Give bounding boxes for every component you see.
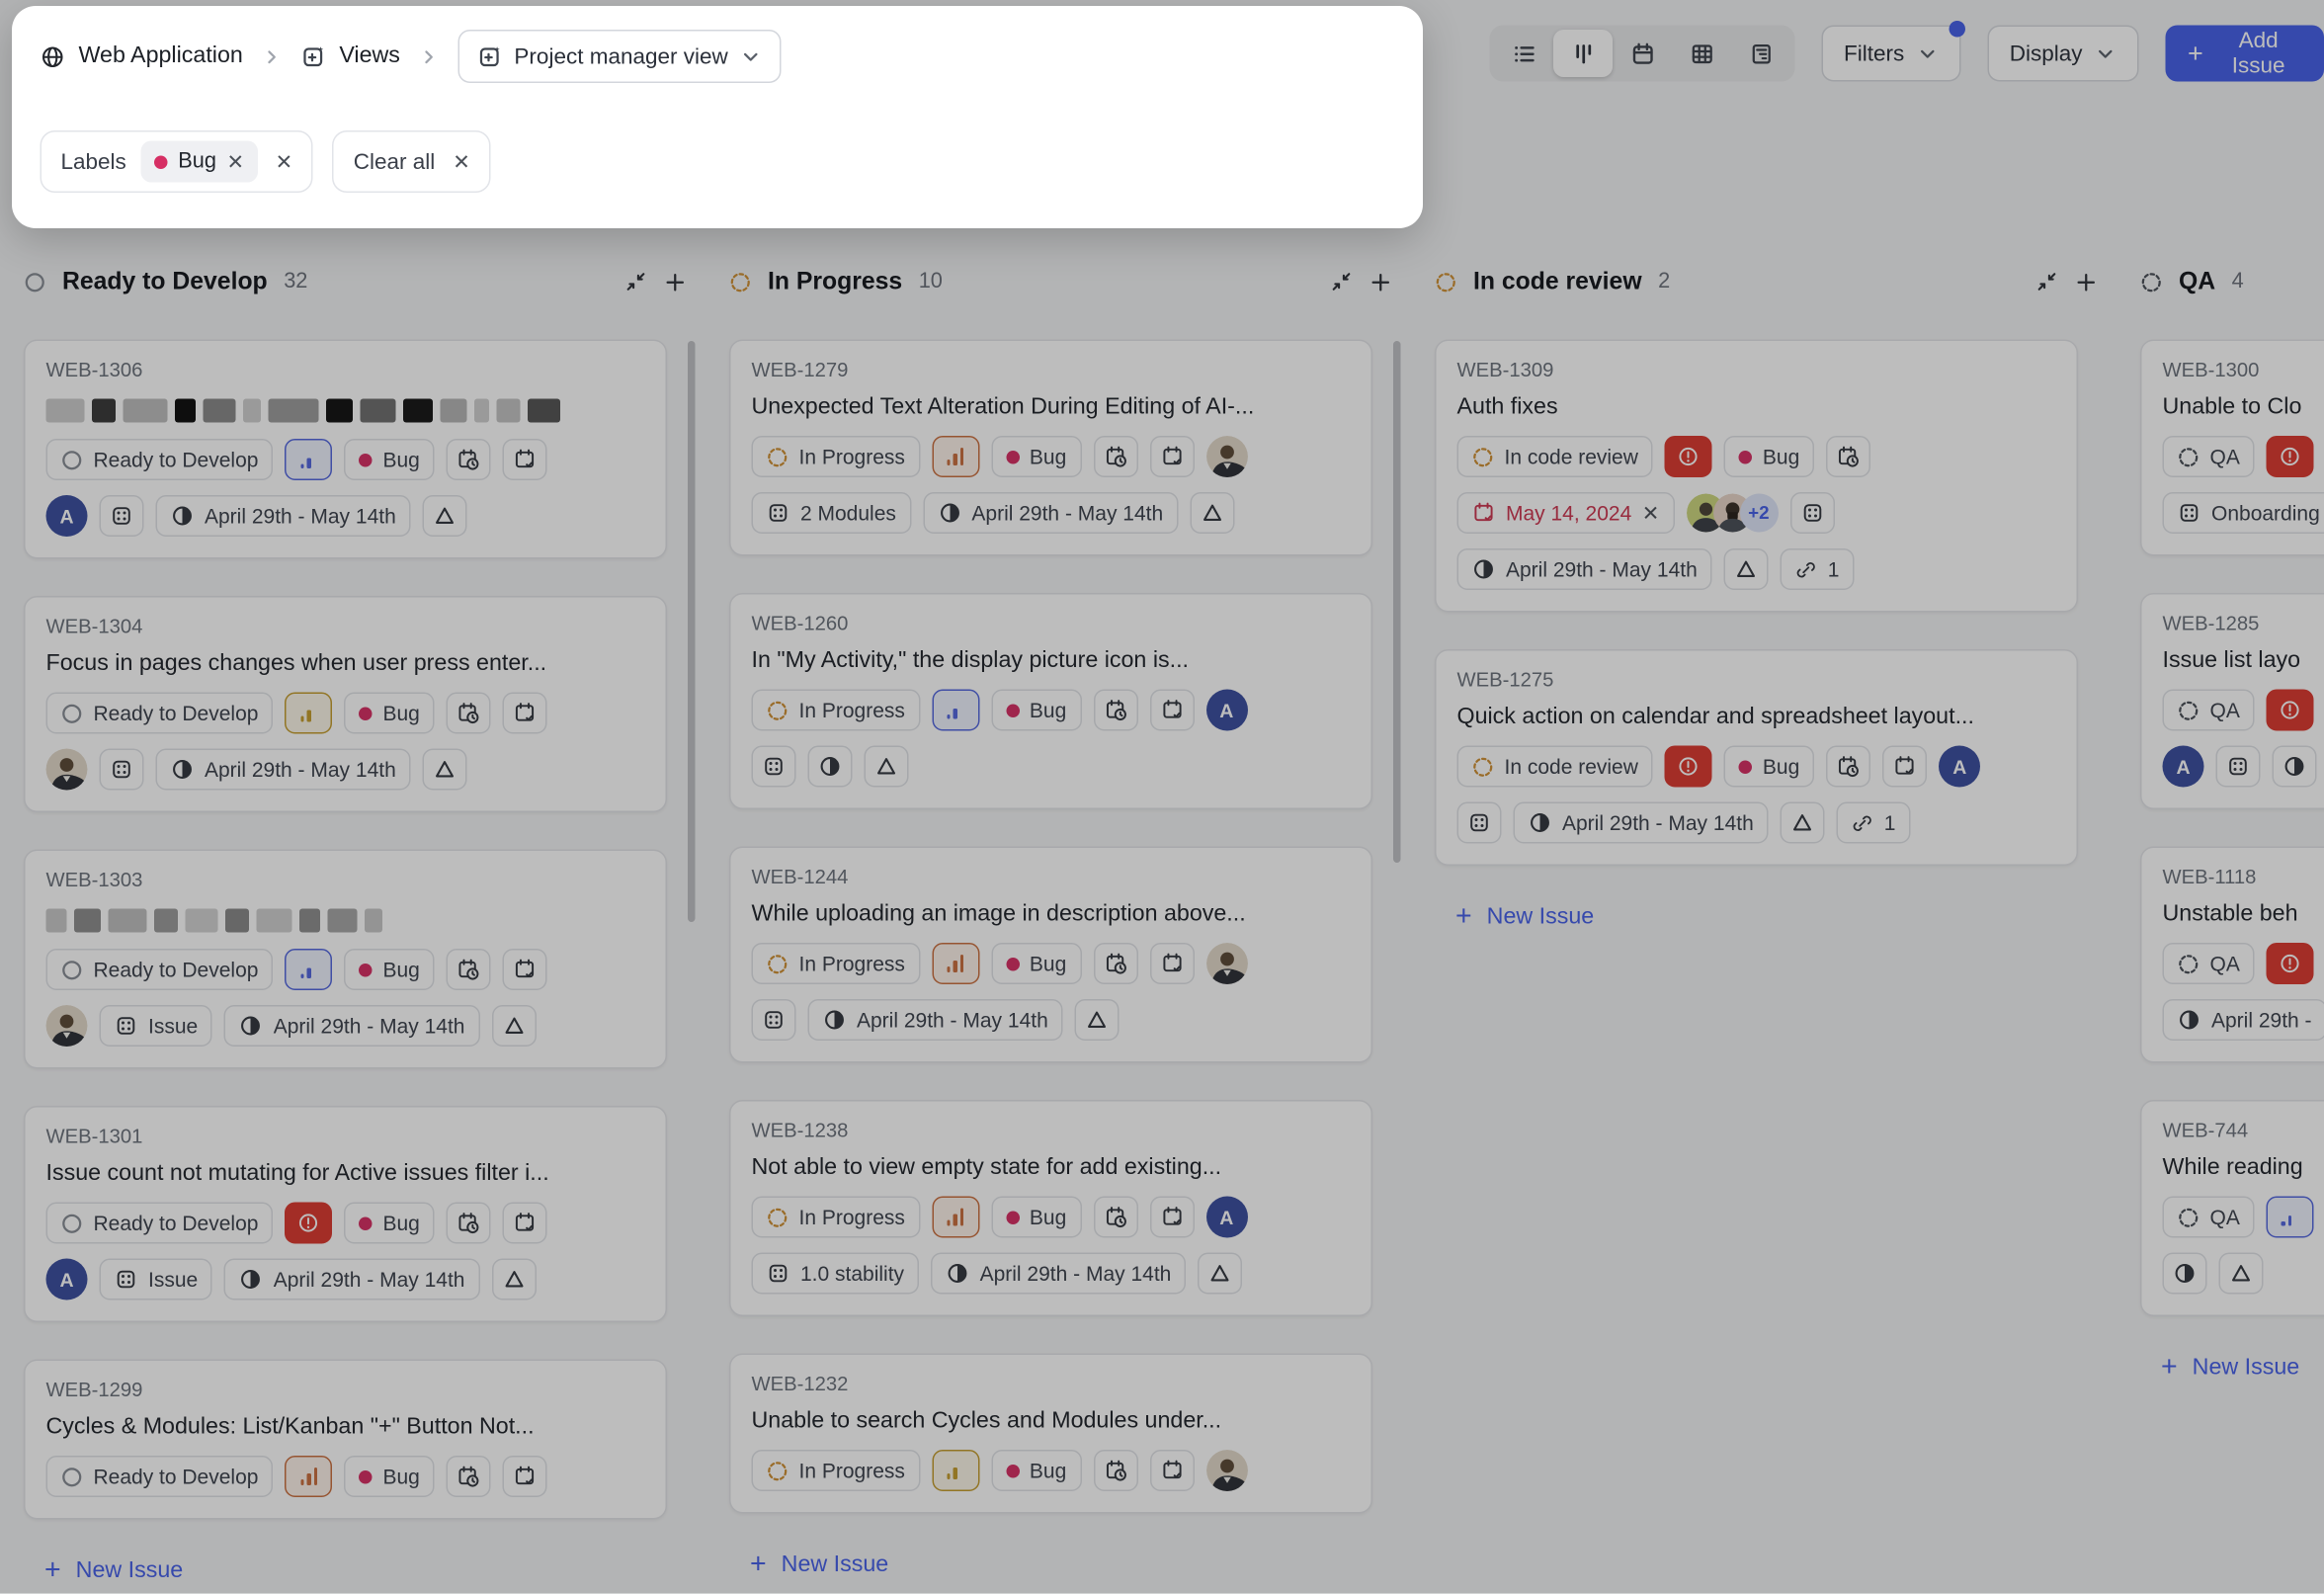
globe-icon [41, 43, 66, 69]
labels-filter-pill: Labels Bug ✕ ✕ [41, 130, 314, 193]
breadcrumb-project[interactable]: Web Application [41, 43, 243, 70]
clear-all-filters-button[interactable]: Clear all ✕ [333, 130, 491, 193]
labels-filter-title: Labels [61, 149, 126, 175]
chevron-right-icon [261, 45, 284, 68]
clear-all-icon: ✕ [453, 151, 470, 172]
project-name: Web Application [79, 43, 243, 70]
views-icon [477, 43, 503, 69]
breadcrumb-views[interactable]: Views [300, 43, 400, 70]
spotlight-panel: Web Application Views Project manager vi… [12, 6, 1423, 228]
bug-label-text: Bug [178, 150, 216, 174]
chevron-down-icon [740, 45, 763, 68]
clear-all-label: Clear all [354, 149, 436, 175]
spotlight-overlay [0, 0, 2324, 1594]
bug-label-chip[interactable]: Bug ✕ [141, 141, 258, 183]
chevron-right-icon [418, 45, 441, 68]
breadcrumb: Web Application Views Project manager vi… [12, 6, 1423, 98]
remove-labels-filter-icon[interactable]: ✕ [276, 151, 293, 172]
current-view-label: Project manager view [514, 43, 727, 69]
view-selector-button[interactable]: Project manager view [457, 30, 781, 83]
views-label: Views [339, 43, 400, 70]
applied-filters-row: Labels Bug ✕ ✕ Clear all ✕ [12, 98, 1423, 193]
remove-bug-label-icon[interactable]: ✕ [227, 151, 245, 172]
bug-label-dot [154, 155, 168, 169]
app-window: Ready to Develop32WEB-1306Ready to Devel… [0, 0, 2324, 1594]
views-icon [300, 43, 326, 69]
